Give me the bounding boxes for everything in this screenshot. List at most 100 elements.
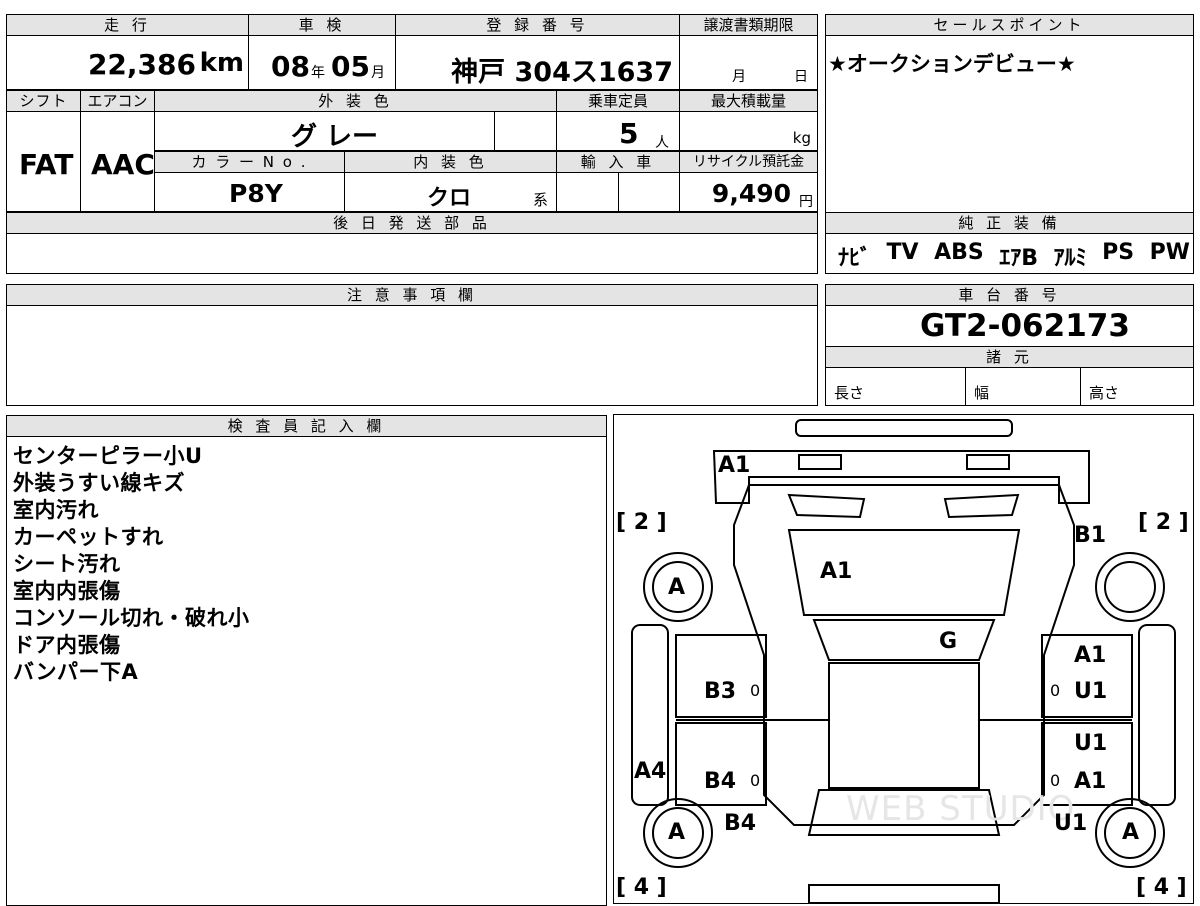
exterior-extra-cell: [494, 111, 557, 151]
exterior-cell: グ レー: [154, 111, 495, 152]
recycle-header: リサイクル預託金: [679, 151, 818, 173]
registration-cell: 神戸 304ス1637: [395, 35, 680, 90]
equipment-item: ｴｱB: [999, 246, 1039, 271]
inspector-cell: センターピラー小U 外装うすい線キズ 室内汚れ カーペットすれ シート汚れ 室内…: [6, 436, 607, 906]
mark-left-rear-tire: A: [668, 820, 686, 845]
mark-right-front-door-2: U1: [1074, 679, 1108, 704]
mark-left-rear-corner: [ 4 ]: [616, 875, 667, 900]
note-line: 室内内張傷: [13, 579, 121, 603]
aircon-header: エアコン: [80, 90, 155, 112]
transfer-day-unit: 日: [794, 69, 808, 85]
equipment-header: 純 正 装 備: [825, 212, 1194, 234]
car-diagram: WEB STUDIO A1 A1 G [ 2 ] [ 2 ] B1 A A A …: [613, 414, 1194, 904]
note-line: シート汚れ: [13, 552, 121, 576]
note-line: コンソール切れ・破れ小: [13, 606, 250, 630]
equipment-cell: ﾅﾋﾞ TV ABS ｴｱB ｱﾙﾐ PS PW: [825, 233, 1194, 274]
mark-right-rear-fender: U1: [1054, 811, 1088, 836]
mark-left-front-door: B3: [704, 679, 737, 704]
equipment-item: ﾅﾋﾞ: [838, 246, 872, 271]
mark-right-front-door-1: A1: [1074, 643, 1107, 668]
mark-zero-lr: 0: [750, 771, 761, 790]
chassis-value: GT2-062173: [920, 308, 1130, 344]
registration-header: 登 録 番 号: [395, 14, 680, 36]
inspection-cell: 08 年 05 月: [248, 35, 396, 90]
note-line: カーペットすれ: [13, 525, 164, 549]
watermark: WEB STUDIO: [846, 789, 1076, 829]
note-line: バンパー下A: [13, 660, 139, 684]
note-line: ドア内張傷: [13, 633, 121, 657]
colorno-header: カ ラ ー N o .: [154, 151, 345, 173]
recycle-cell: 9,490 円: [679, 172, 818, 212]
equipment-item: ｱﾙﾐ: [1053, 246, 1087, 271]
exterior-header: 外 装 色: [154, 90, 557, 112]
capacity-cell: 5 人: [556, 111, 680, 151]
mark-right-front-marker: B1: [1074, 523, 1107, 548]
equipment-item: PW: [1149, 240, 1190, 265]
note-line: 室内汚れ: [13, 498, 99, 522]
maxload-cell: kg: [679, 111, 818, 151]
import-header: 輸 入 車: [556, 151, 680, 173]
interior-suffix: 系: [533, 191, 549, 209]
interior-value: クロ: [427, 186, 472, 211]
capacity-value: 5: [619, 117, 639, 150]
chassis-cell: GT2-062173: [825, 305, 1194, 347]
recycle-unit: 円: [799, 194, 813, 210]
transfer-header: 譲渡書類期限: [679, 14, 818, 36]
mark-zero-lf: 0: [750, 681, 761, 700]
mark-left-rear-fender: B4: [724, 811, 757, 836]
specs-header: 諸 元: [825, 346, 1194, 368]
mileage-cell: 22,386 km: [6, 35, 249, 90]
length-cell: 長さ: [825, 367, 966, 406]
sales-cell: ★オークションデビュー★: [825, 35, 1194, 213]
capacity-unit: 人: [655, 135, 669, 151]
mark-windshield: A1: [820, 559, 853, 584]
exterior-value: グ レー: [291, 122, 379, 152]
height-label: 高さ: [1089, 384, 1120, 402]
aircon-cell: AAC: [80, 111, 155, 212]
mark-right-rear-door-2: A1: [1074, 769, 1107, 794]
mileage-unit: km: [199, 48, 244, 78]
mark-right-rear-door-1: U1: [1074, 731, 1108, 756]
shift-cell: FAT: [6, 111, 81, 212]
maxload-unit: kg: [792, 129, 811, 147]
sales-text: ★オークションデビュー★: [828, 52, 1076, 76]
mark-right-rear-corner: [ 4 ]: [1136, 875, 1187, 900]
equipment-item: PS: [1102, 240, 1135, 265]
inspection-year-unit: 年: [311, 65, 325, 81]
mark-right-front-fender: [ 2 ]: [1138, 510, 1189, 535]
shift-value: FAT: [19, 148, 74, 181]
transfer-cell: 月 日: [679, 35, 818, 90]
equipment-list: ﾅﾋﾞ TV ABS ｴｱB ｱﾙﾐ PS PW: [838, 240, 1190, 272]
caution-cell: [6, 305, 818, 406]
inspector-notes: センターピラー小U 外装うすい線キズ 室内汚れ カーペットすれ シート汚れ 室内…: [13, 443, 250, 686]
note-line: センターピラー小U: [13, 444, 203, 468]
colorno-value: P8Y: [229, 179, 283, 208]
inspection-month-unit: 月: [371, 65, 385, 81]
width-label: 幅: [974, 384, 990, 402]
mark-zero-rr: 0: [1050, 771, 1061, 790]
height-cell: 高さ: [1080, 367, 1194, 406]
maxload-header: 最大積載量: [679, 90, 818, 112]
mark-left-rear-door: B4: [704, 769, 737, 794]
capacity-header: 乗車定員: [556, 90, 680, 112]
inspection-header: 車 検: [248, 14, 396, 36]
shift-header: シフト: [6, 90, 81, 112]
inspector-header: 検 査 員 記 入 欄: [6, 415, 607, 437]
transfer-month-unit: 月: [732, 69, 746, 85]
inspection-year: 08: [271, 50, 310, 83]
caution-header: 注 意 事 項 欄: [6, 284, 818, 306]
registration-value: 神戸 304ス1637: [451, 57, 673, 88]
aircon-value: AAC: [91, 148, 155, 181]
width-cell: 幅: [965, 367, 1081, 406]
mark-front-bumper: A1: [718, 453, 751, 478]
mileage-value: 22,386: [87, 48, 196, 81]
mark-roof: G: [939, 629, 958, 654]
chassis-header: 車 台 番 号: [825, 284, 1194, 306]
mark-zero-rf: 0: [1050, 681, 1061, 700]
inspection-month: 05: [331, 50, 370, 83]
later-parts-header: 後 日 発 送 部 品: [6, 212, 818, 234]
colorno-cell: P8Y: [154, 172, 345, 212]
equipment-item: TV: [886, 240, 919, 265]
later-parts-cell: [6, 233, 818, 274]
mark-left-sill: A4: [634, 759, 667, 784]
